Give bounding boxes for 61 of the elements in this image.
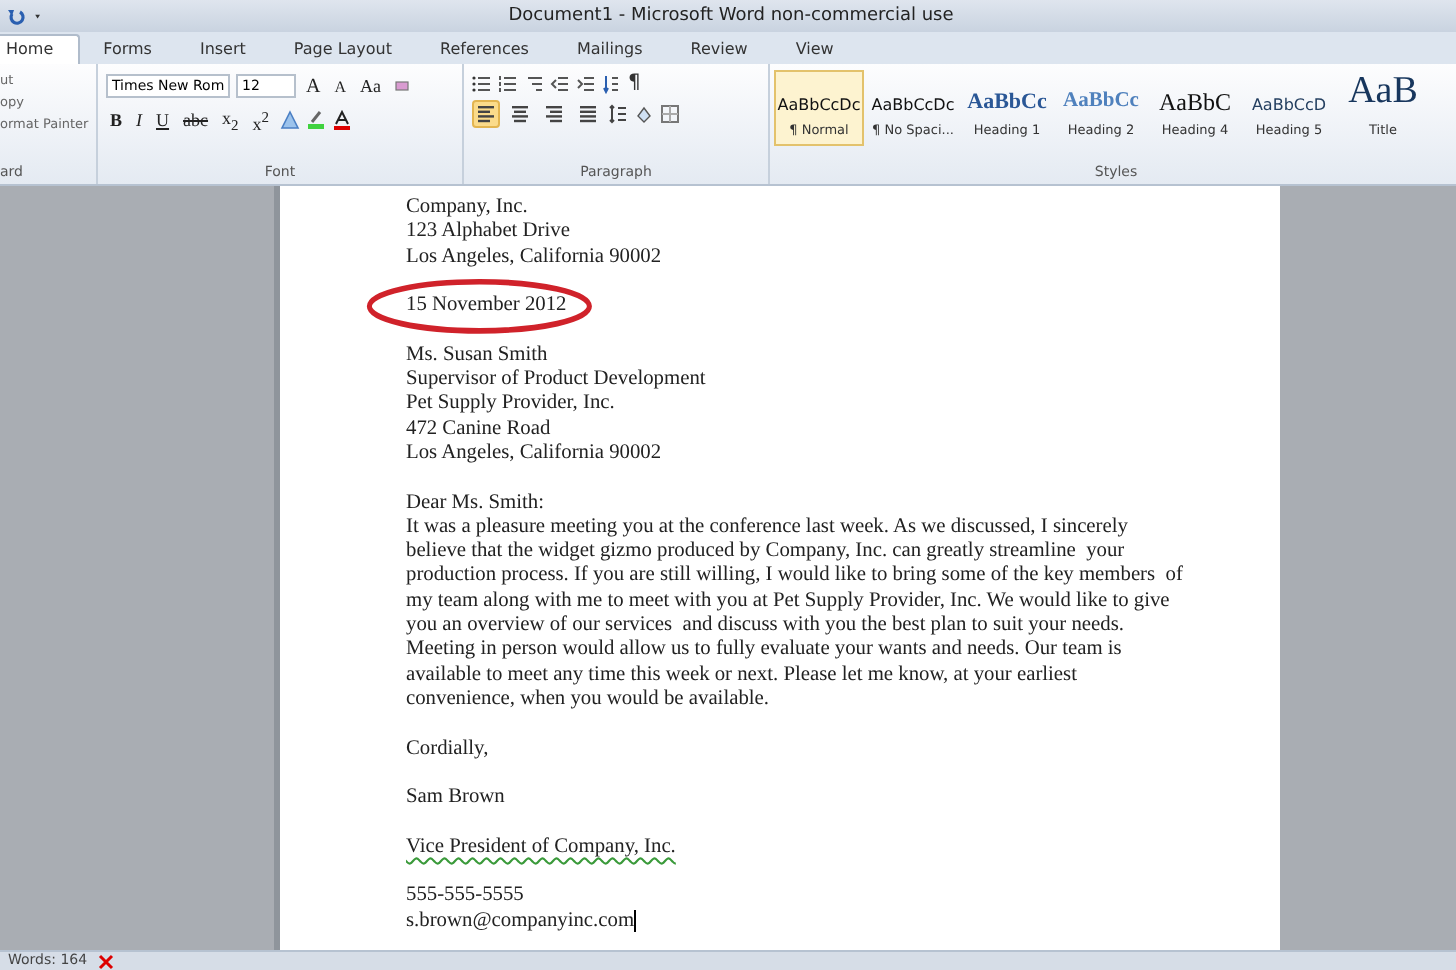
ribbon-tab[interactable]: Page Layout [269,36,417,64]
grow-font-button[interactable]: A [302,72,325,100]
ribbon-tab[interactable]: Home [0,34,80,64]
format-button[interactable]: I [132,106,147,134]
change-case-button[interactable]: Aa [356,72,386,100]
align-button[interactable] [472,100,500,128]
undo-icon [6,6,26,26]
align-button[interactable] [506,100,534,128]
letter-line: Supervisor of Product Development [406,368,706,393]
shrink-font-button[interactable]: A [330,72,351,100]
letter-line: It was a pleasure meeting you at the conference last week. As we discussed, I sincerely [406,515,1130,541]
ribbon-tab[interactable]: Review [666,36,772,64]
proofing-error-icon [95,951,116,970]
increase-indent-icon [576,73,596,93]
bullets-icon [472,73,492,93]
format-button[interactable]: B [106,106,127,134]
letter-line: Dear Ms. Smith: [406,491,546,516]
ribbon-tab[interactable]: Mailings [552,36,667,64]
letter-line: convenience, when you would be available. [406,687,771,713]
letter-line: 15 November 2012 [406,294,567,319]
letter-line: believe that the widget gizmo produced by Company, Inc. can greatly streamline your [406,540,1127,565]
align-button[interactable] [540,100,568,128]
letter-line: 472 Canine Road [406,417,553,442]
letter-line: Cordially, [406,737,489,762]
letter-line: my team along with me to meet with you at Pet Supply Provider, Inc. We would like to give [406,589,1172,615]
font-color-icon [331,110,352,130]
ribbon-tab[interactable]: View [771,36,858,64]
format-button[interactable]: U [152,106,174,134]
ribbon-tab[interactable]: Forms [79,36,176,64]
letter-line: Pet Supply Provider, Inc. [406,392,617,418]
decrease-indent-icon [550,73,570,93]
letter-line: Vice President of Company, Inc. [406,835,676,861]
letter-line: 123 Alphabet Drive [406,220,572,246]
letter-line: s.brown@companyinc.com [406,909,637,934]
highlighter-icon [305,110,326,130]
format-button[interactable]: x$^{2}$ [248,106,274,134]
borders-icon [660,104,680,124]
align-button[interactable] [574,100,602,128]
letter-line: Los Angeles, California 90002 [406,441,664,467]
window-title: Document1 - Microsoft Word non-commercial use [506,6,956,26]
letter-line: 555-555-5555 [406,884,526,910]
ribbon-tab[interactable]: References [416,36,553,64]
format-button[interactable]: abc [179,106,213,134]
numbering-icon [498,73,518,93]
letter-line: Company, Inc. [406,196,530,221]
letter-line: production process. If you are still willing, I would like to bring some of the key members of [406,564,1183,590]
text-effects-icon [279,110,300,130]
multilevel-list-icon [524,73,544,93]
sort-icon [602,73,622,93]
format-button[interactable]: x$_{2}$ [218,106,243,134]
letter-line: available to meet any time this week or next. Please let me know, at your earliest [406,663,1079,688]
letter-line: Ms. Susan Smith [406,343,550,369]
eraser-icon [391,76,412,96]
letter-line: Sam Brown [406,786,505,811]
shading-icon [634,104,654,124]
letter-line: you an overview of our services and discuss with you the best plan to suit your needs. [406,614,1126,639]
show-formatting-button[interactable]: ¶ [628,72,641,94]
letter-line: Meeting in person would allow us to fully evaluate your wants and needs. Our team is [406,638,1124,664]
ribbon-tab[interactable]: Insert [175,36,270,64]
line-spacing-icon [608,104,628,124]
letter-line: Los Angeles, California 90002 [406,245,662,270]
